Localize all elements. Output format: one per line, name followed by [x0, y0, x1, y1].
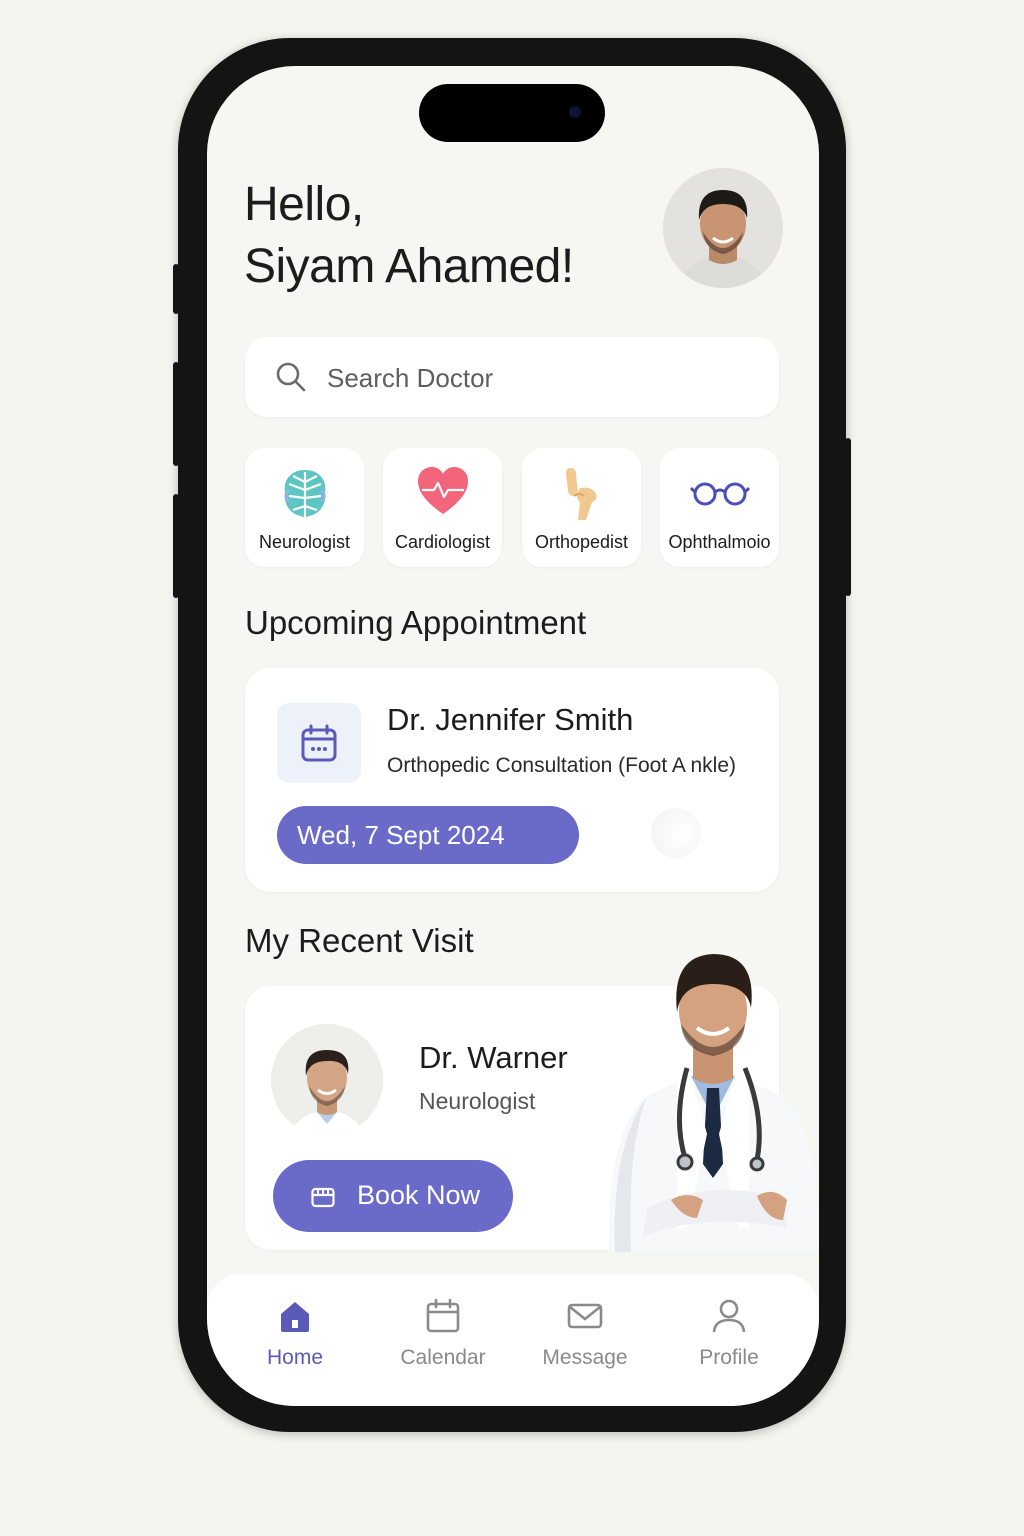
- recent-doctor-name: Dr. Warner: [419, 1040, 568, 1075]
- doctor-avatar: [271, 1024, 383, 1136]
- category-label: Orthopedist: [534, 532, 629, 552]
- appointment-card[interactable]: Dr. Jennifer Smith Orthopedic Consultati…: [245, 668, 779, 892]
- category-cardiologist[interactable]: Cardiologist: [383, 448, 502, 567]
- home-icon: [281, 1302, 309, 1332]
- tab-label: Message: [542, 1346, 628, 1369]
- category-ophthalmology[interactable]: Ophthalmoio: [660, 448, 779, 567]
- tab-calendar[interactable]: Calendar: [383, 1274, 503, 1384]
- category-orthopedist[interactable]: Orthopedist: [522, 448, 641, 567]
- search-bar[interactable]: [245, 337, 779, 417]
- brain-icon: [284, 470, 325, 518]
- user-name: Siyam Ahamed!: [244, 240, 574, 293]
- user-avatar[interactable]: [663, 168, 783, 288]
- decorative-circle: [651, 808, 701, 858]
- user-photo: [663, 168, 783, 288]
- tab-profile[interactable]: Profile: [669, 1274, 789, 1384]
- calendar-icon: [426, 1298, 460, 1333]
- tab-message[interactable]: Message: [525, 1274, 645, 1384]
- camera-dot: [569, 106, 581, 118]
- recent-doctor-specialty: Neurologist: [419, 1088, 536, 1114]
- power-button: [845, 438, 851, 596]
- user-icon: [712, 1299, 746, 1333]
- category-list: Neurologist Cardiologist Orthopedist Oph…: [245, 448, 779, 568]
- mail-icon: [567, 1303, 603, 1329]
- dynamic-island: [419, 84, 605, 142]
- appointment-date-button[interactable]: Wed, 7 Sept 2024: [277, 806, 579, 864]
- heart-icon: [417, 467, 468, 514]
- search-input[interactable]: [325, 355, 749, 401]
- volume-up-button: [173, 362, 179, 466]
- appointment-description: Orthopedic Consultation (Foot A nkle): [387, 754, 737, 777]
- doctor-illustration: [608, 954, 819, 1252]
- greeting-line-1: Hello,: [244, 178, 364, 231]
- tab-label: Home: [266, 1346, 324, 1369]
- upcoming-appointment-title: Upcoming Appointment: [245, 604, 587, 641]
- bottom-tab-bar: Home Calendar Message Profile: [207, 1274, 819, 1406]
- tab-label: Profile: [699, 1346, 759, 1369]
- search-icon: [276, 362, 306, 392]
- category-neurologist[interactable]: Neurologist: [245, 448, 364, 567]
- doctor-avatar-photo: [271, 1024, 383, 1136]
- app-screen: Hello, Siyam Ahamed! Search Doctor Neuro…: [207, 66, 819, 1406]
- category-label: Cardiologist: [394, 532, 491, 552]
- volume-down-button: [173, 494, 179, 598]
- appointment-icon-tile: [277, 703, 361, 783]
- bone-joint-icon: [565, 468, 596, 520]
- recent-visit-title: My Recent Visit: [245, 922, 474, 959]
- appointment-doctor-name: Dr. Jennifer Smith: [387, 702, 634, 737]
- calendar-icon: [311, 1187, 335, 1208]
- book-now-button[interactable]: Book Now: [273, 1160, 513, 1232]
- action-button: [173, 264, 179, 314]
- calendar-icon: [301, 724, 337, 762]
- glasses-icon: [689, 482, 750, 506]
- category-label: Ophthalmoio: [668, 532, 771, 552]
- greeting: Hello, Siyam Ahamed!: [244, 174, 574, 298]
- category-label: Neurologist: [258, 532, 351, 552]
- tab-home[interactable]: Home: [235, 1274, 355, 1384]
- book-now-label: Book Now: [357, 1180, 481, 1210]
- tab-label: Calendar: [400, 1346, 486, 1369]
